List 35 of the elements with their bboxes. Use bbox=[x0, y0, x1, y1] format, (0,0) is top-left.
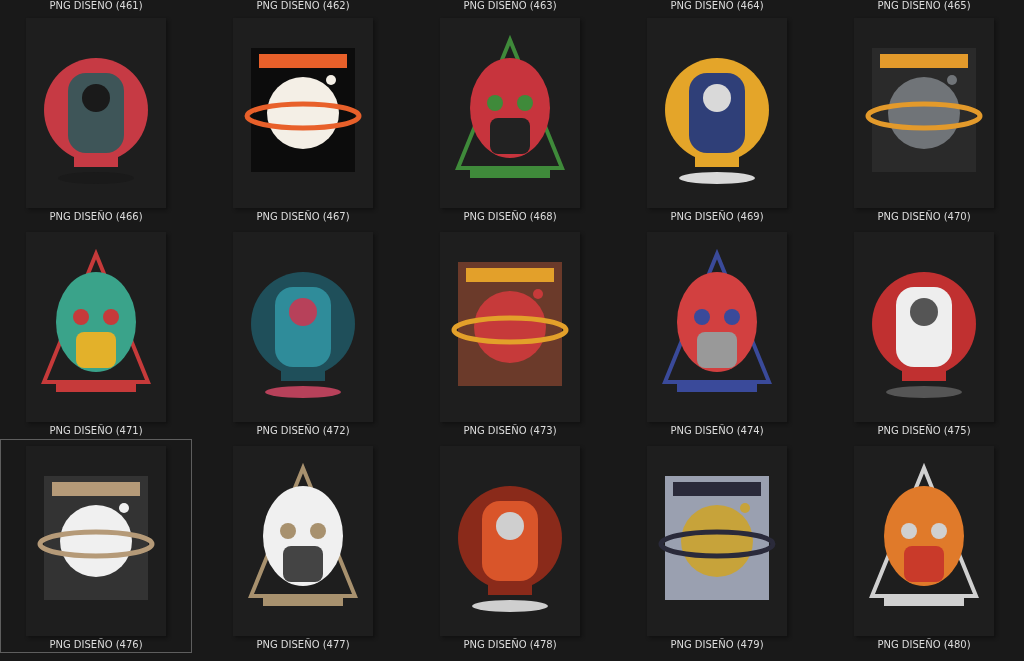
file-item[interactable]: PNG DISEÑO (480) bbox=[828, 439, 1020, 653]
file-item[interactable]: PNG DISEÑO (477) bbox=[207, 439, 399, 653]
file-name: PNG DISEÑO (479) bbox=[670, 639, 764, 650]
file-item[interactable]: PNG DISEÑO (466) bbox=[0, 11, 192, 225]
file-name: PNG DISEÑO (464) bbox=[669, 0, 765, 11]
file-name: PNG DISEÑO (470) bbox=[877, 211, 971, 222]
file-name: PNG DISEÑO (462) bbox=[255, 0, 351, 11]
file-item[interactable]: PNG DISEÑO (475) bbox=[828, 225, 1020, 439]
file-name: PNG DISEÑO (475) bbox=[877, 425, 971, 436]
file-item[interactable]: PNG DISEÑO (469) bbox=[621, 11, 813, 225]
file-item[interactable]: PNG DISEÑO (479) bbox=[621, 439, 813, 653]
file-name: PNG DISEÑO (463) bbox=[462, 0, 558, 11]
file-name: PNG DISEÑO (480) bbox=[877, 639, 971, 650]
file-item[interactable]: PNG DISEÑO (471) bbox=[0, 225, 192, 439]
file-item[interactable]: PNG DISEÑO (474) bbox=[621, 225, 813, 439]
file-name: PNG DISEÑO (469) bbox=[670, 211, 764, 222]
file-item[interactable]: PNG DISEÑO (467) bbox=[207, 11, 399, 225]
file-name: PNG DISEÑO (465) bbox=[876, 0, 972, 11]
file-name: PNG DISEÑO (461) bbox=[48, 0, 144, 11]
file-item[interactable]: PNG DISEÑO (468) bbox=[414, 11, 606, 225]
file-name: PNG DISEÑO (474) bbox=[670, 425, 764, 436]
file-name: PNG DISEÑO (473) bbox=[463, 425, 557, 436]
file-name: PNG DISEÑO (472) bbox=[256, 425, 350, 436]
file-name: PNG DISEÑO (468) bbox=[463, 211, 557, 222]
file-item[interactable]: PNG DISEÑO (472) bbox=[207, 225, 399, 439]
file-name: PNG DISEÑO (476) bbox=[49, 639, 143, 650]
file-item[interactable]: PNG DISEÑO (473) bbox=[414, 225, 606, 439]
file-name: PNG DISEÑO (478) bbox=[463, 639, 557, 650]
file-name: PNG DISEÑO (466) bbox=[49, 211, 143, 222]
file-item[interactable]: PNG DISEÑO (478) bbox=[414, 439, 606, 653]
file-item[interactable]: PNG DISEÑO (476) bbox=[0, 439, 192, 653]
file-item[interactable]: PNG DISEÑO (470) bbox=[828, 11, 1020, 225]
file-name: PNG DISEÑO (471) bbox=[49, 425, 143, 436]
file-name: PNG DISEÑO (477) bbox=[256, 639, 350, 650]
file-name: PNG DISEÑO (467) bbox=[256, 211, 350, 222]
